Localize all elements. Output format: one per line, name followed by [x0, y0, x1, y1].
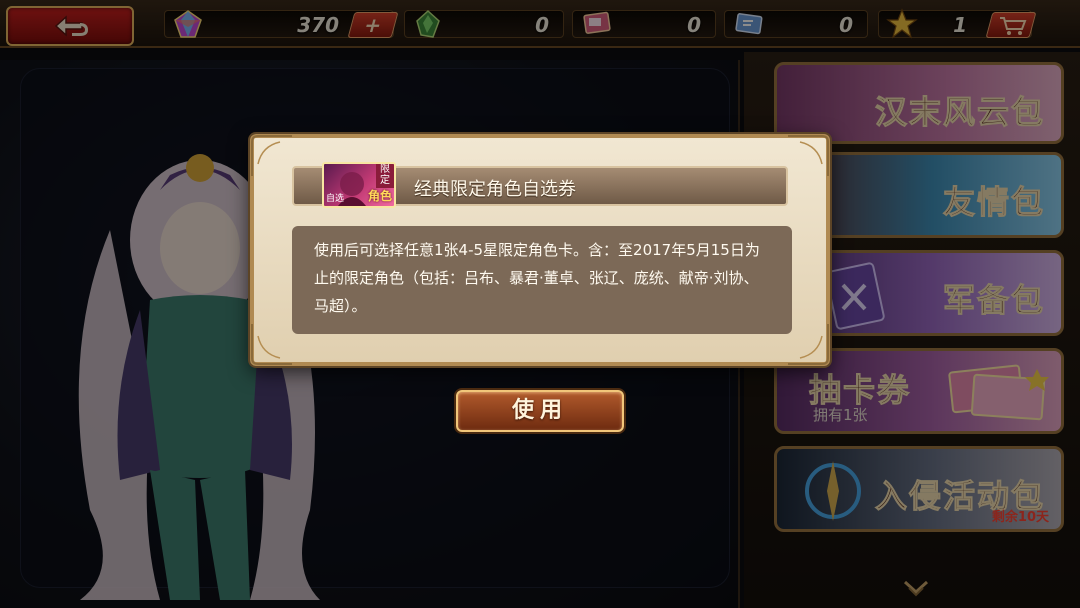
item-tag-limited: 限定 — [376, 164, 394, 188]
corner-ornament-icon — [788, 135, 829, 176]
item-description: 使用后可选择任意1张4-5星限定角色卡。含：至2017年5月15日为止的限定角色… — [314, 241, 760, 315]
corner-ornament-icon — [788, 324, 829, 365]
dialog-title: 经典限定角色自选券 — [414, 179, 576, 200]
corner-ornament-icon — [251, 135, 292, 176]
corner-ornament-icon — [251, 324, 292, 365]
item-detail-dialog: 经典限定角色自选券 限定 角色 自选 使用后可选择任意1张4-5星限定角色卡。含… — [250, 134, 830, 366]
use-button[interactable]: 使用 — [456, 390, 624, 432]
description-box: 使用后可选择任意1张4-5星限定角色卡。含：至2017年5月15日为止的限定角色… — [292, 226, 792, 334]
item-tag-character: 角色 — [367, 189, 392, 203]
item-thumbnail: 限定 角色 自选 — [322, 162, 396, 208]
item-tag-select: 自选 — [326, 194, 345, 204]
